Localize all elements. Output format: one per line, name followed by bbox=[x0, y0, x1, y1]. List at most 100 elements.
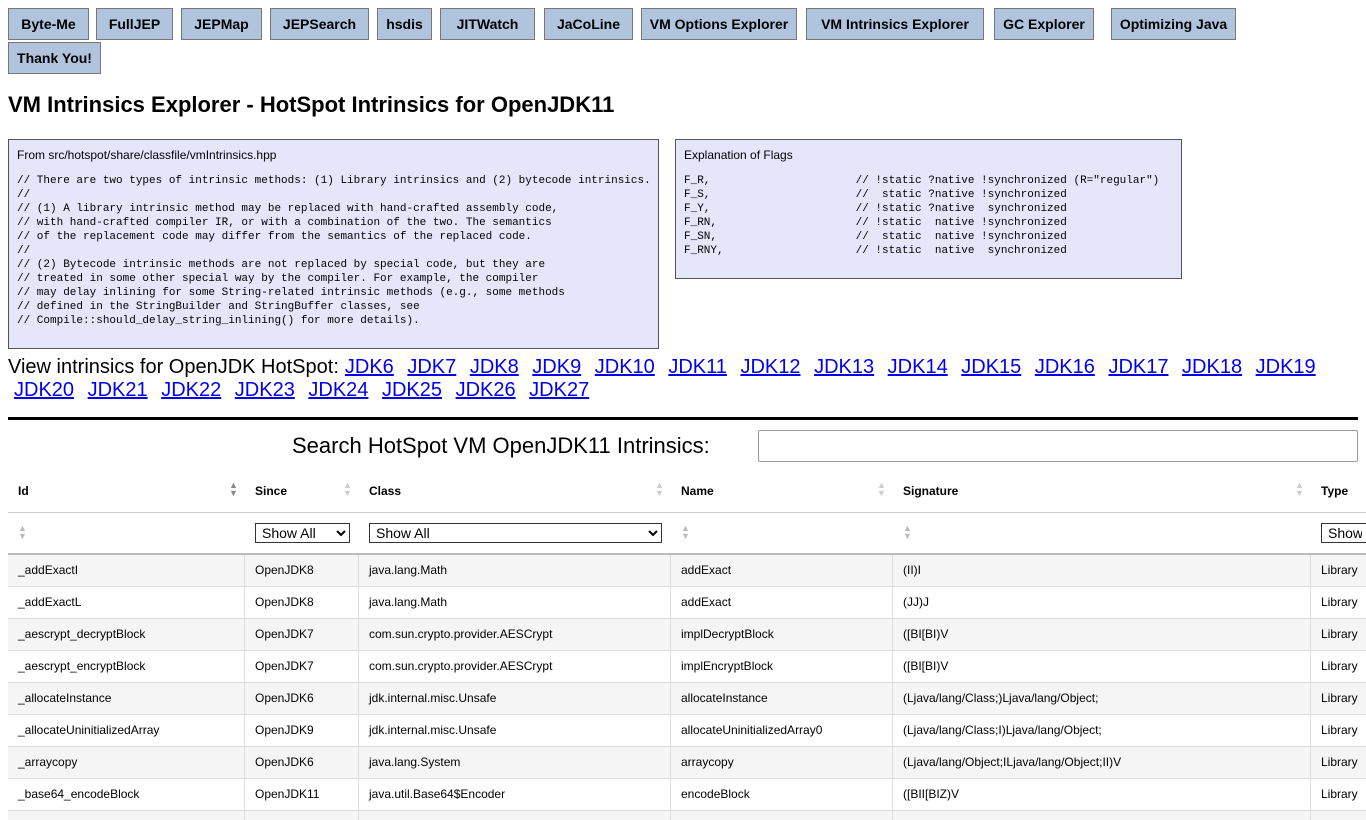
cell-id: _base64_encodeBlock bbox=[8, 779, 245, 810]
cell-name: implDecryptBlock bbox=[671, 619, 893, 650]
divider bbox=[8, 417, 1358, 420]
jdk-link-jdk16[interactable]: JDK16 bbox=[1035, 356, 1095, 378]
table-row[interactable]: _arraycopy OpenJDK6 java.lang.System arrayc… bbox=[8, 747, 1366, 779]
table-row[interactable]: _addExactL OpenJDK8 java.lang.Math addExact… bbox=[8, 587, 1366, 619]
cell-signature: ([BII[BIZ)V bbox=[893, 779, 1311, 810]
cell-id: _allocateInstance bbox=[8, 683, 245, 714]
since-filter-select[interactable]: Show All bbox=[255, 523, 350, 543]
nav-button-jacoline[interactable]: JaCoLine bbox=[544, 8, 633, 40]
jdk-link-jdk23[interactable]: JDK23 bbox=[235, 379, 295, 401]
cell-name: addExact bbox=[671, 555, 893, 586]
cell-type: Library bbox=[1311, 811, 1366, 820]
column-header-class[interactable]: Class bbox=[369, 484, 401, 498]
source-comment-box: From src/hotspot/share/classfile/vmIntri… bbox=[8, 139, 659, 349]
cell-class: java.lang.Math bbox=[359, 555, 671, 586]
jdk-link-jdk20[interactable]: JDK20 bbox=[14, 379, 74, 401]
nav-button-vm-intrinsics-explorer[interactable]: VM Intrinsics Explorer bbox=[806, 8, 984, 40]
nav-button-fulljep[interactable]: FullJEP bbox=[96, 8, 173, 40]
nav-button-byte-me[interactable]: Byte-Me bbox=[8, 8, 89, 40]
cell-since: OpenJDK8 bbox=[245, 587, 359, 618]
cell-since: OpenJDK8 bbox=[245, 555, 359, 586]
cell-id: _aescrypt_encryptBlock bbox=[8, 651, 245, 682]
column-header-name[interactable]: Name bbox=[681, 484, 714, 498]
sort-icon[interactable]: ▲ ▼ bbox=[343, 481, 352, 498]
type-filter-select[interactable]: Show All bbox=[1321, 523, 1366, 543]
cell-class: java.lang.Integer bbox=[359, 811, 671, 820]
cell-since: OpenJDK9 bbox=[245, 715, 359, 746]
column-header-since[interactable]: Since bbox=[255, 484, 287, 498]
jdk-link-jdk18[interactable]: JDK18 bbox=[1182, 356, 1242, 378]
cell-since: OpenJDK7 bbox=[245, 651, 359, 682]
table-row[interactable]: _allocateInstance OpenJDK6 jdk.internal.mi… bbox=[8, 683, 1366, 715]
cell-id: _aescrypt_decryptBlock bbox=[8, 619, 245, 650]
source-box-header: From src/hotspot/share/classfile/vmIntri… bbox=[17, 148, 277, 162]
jdk-link-jdk11[interactable]: JDK11 bbox=[668, 356, 727, 378]
jdk-links-label: View intrinsics for OpenJDK HotSpot: bbox=[8, 356, 339, 378]
nav-button-jepmap[interactable]: JEPMap bbox=[181, 8, 262, 40]
sort-icon[interactable]: ▲ ▼ bbox=[229, 481, 238, 498]
column-header-id[interactable]: Id bbox=[18, 484, 29, 498]
sort-icon[interactable]: ▲ ▼ bbox=[655, 481, 664, 498]
table-row[interactable]: _base64_encodeBlock OpenJDK11 java.util.Ba… bbox=[8, 779, 1366, 811]
sort-icon[interactable]: ▲ ▼ bbox=[903, 524, 912, 541]
cell-id: _addExactI bbox=[8, 555, 245, 586]
jdk-link-jdk9[interactable]: JDK9 bbox=[532, 356, 581, 378]
jdk-link-jdk14[interactable]: JDK14 bbox=[888, 356, 948, 378]
jdk-link-jdk7[interactable]: JDK7 bbox=[407, 356, 456, 378]
jdk-link-jdk17[interactable]: JDK17 bbox=[1108, 356, 1168, 378]
jdk-link-jdk26[interactable]: JDK26 bbox=[456, 379, 516, 401]
nav-button-optimizing-java[interactable]: Optimizing Java bbox=[1111, 8, 1236, 40]
cell-signature: ([BI[BI)V bbox=[893, 619, 1311, 650]
jdk-link-jdk10[interactable]: JDK10 bbox=[595, 356, 655, 378]
nav-button-jitwatch[interactable]: JITWatch bbox=[440, 8, 535, 40]
jdk-link-jdk12[interactable]: JDK12 bbox=[740, 356, 800, 378]
sort-icon[interactable]: ▲ ▼ bbox=[1295, 481, 1304, 498]
jdk-link-jdk8[interactable]: JDK8 bbox=[470, 356, 519, 378]
flags-explanation-box: Explanation of Flags F_R, // !static ?na… bbox=[675, 139, 1182, 279]
table-row[interactable]: _aescrypt_encryptBlock OpenJDK7 com.sun.cr… bbox=[8, 651, 1366, 683]
sort-icon[interactable]: ▲ ▼ bbox=[877, 481, 886, 498]
cell-name: encodeBlock bbox=[671, 779, 893, 810]
column-header-signature[interactable]: Signature bbox=[903, 484, 958, 498]
cell-name: addExact bbox=[671, 587, 893, 618]
cell-signature: (Ljava/lang/Object;ILjava/lang/Object;II… bbox=[893, 747, 1311, 778]
jdk-link-jdk13[interactable]: JDK13 bbox=[814, 356, 874, 378]
jdk-version-links: View intrinsics for OpenJDK HotSpot: JDK6… bbox=[8, 356, 1358, 402]
cell-type: Library bbox=[1311, 619, 1366, 650]
jdk-link-jdk24[interactable]: JDK24 bbox=[308, 379, 368, 401]
table-row[interactable]: _bitCount_iOpenJDK6java.lang.IntegerbitC… bbox=[8, 811, 1366, 820]
cell-id: _arraycopy bbox=[8, 747, 245, 778]
jdk-link-jdk25[interactable]: JDK25 bbox=[382, 379, 442, 401]
cell-id: _addExactL bbox=[8, 587, 245, 618]
jdk-link-jdk19[interactable]: JDK19 bbox=[1256, 356, 1316, 378]
page-title: VM Intrinsics Explorer - HotSpot Intrins… bbox=[8, 92, 615, 117]
jdk-link-jdk6[interactable]: JDK6 bbox=[345, 356, 394, 378]
table-row[interactable]: _aescrypt_decryptBlock OpenJDK7 com.sun.cr… bbox=[8, 619, 1366, 651]
source-box-text: // There are two types of intrinsic meth… bbox=[17, 175, 651, 327]
nav-button-jepsearch[interactable]: JEPSearch bbox=[270, 8, 369, 40]
cell-id: _allocateUninitializedArray bbox=[8, 715, 245, 746]
jdk-link-jdk15[interactable]: JDK15 bbox=[961, 356, 1021, 378]
nav-button-thank-you[interactable]: Thank You! bbox=[8, 42, 101, 74]
nav-button-vm-options-explorer[interactable]: VM Options Explorer bbox=[641, 8, 797, 40]
cell-since: OpenJDK7 bbox=[245, 619, 359, 650]
sort-icon[interactable]: ▲ ▼ bbox=[681, 524, 690, 541]
sort-icon[interactable]: ▲ ▼ bbox=[18, 524, 27, 541]
search-label: Search HotSpot VM OpenJDK11 Intrinsics: bbox=[292, 433, 710, 458]
nav-button-gc-explorer[interactable]: GC Explorer bbox=[994, 8, 1094, 40]
nav-button-hsdis[interactable]: hsdis bbox=[377, 8, 432, 40]
column-header-type[interactable]: Type bbox=[1321, 484, 1348, 498]
cell-type: Library bbox=[1311, 779, 1366, 810]
table-row[interactable]: _allocateUninitializedArray OpenJDK9 jdk.i… bbox=[8, 715, 1366, 747]
cell-class: java.lang.System bbox=[359, 747, 671, 778]
cell-name: bitCount bbox=[671, 811, 893, 820]
intrinsics-table: Id ▲ ▼ Since ▲ ▼ Class ▲ ▼ Name ▲ ▼ Signature ▲ ▼ Type … bbox=[8, 472, 1366, 820]
jdk-link-jdk21[interactable]: JDK21 bbox=[88, 379, 148, 401]
cell-type: Library bbox=[1311, 715, 1366, 746]
search-input[interactable] bbox=[758, 430, 1358, 462]
jdk-link-jdk27[interactable]: JDK27 bbox=[529, 379, 589, 401]
table-row[interactable]: _addExactI OpenJDK8 java.lang.Math addExact… bbox=[8, 555, 1366, 587]
cell-type: Library bbox=[1311, 747, 1366, 778]
jdk-link-jdk22[interactable]: JDK22 bbox=[161, 379, 221, 401]
class-filter-select[interactable]: Show All bbox=[369, 523, 662, 543]
